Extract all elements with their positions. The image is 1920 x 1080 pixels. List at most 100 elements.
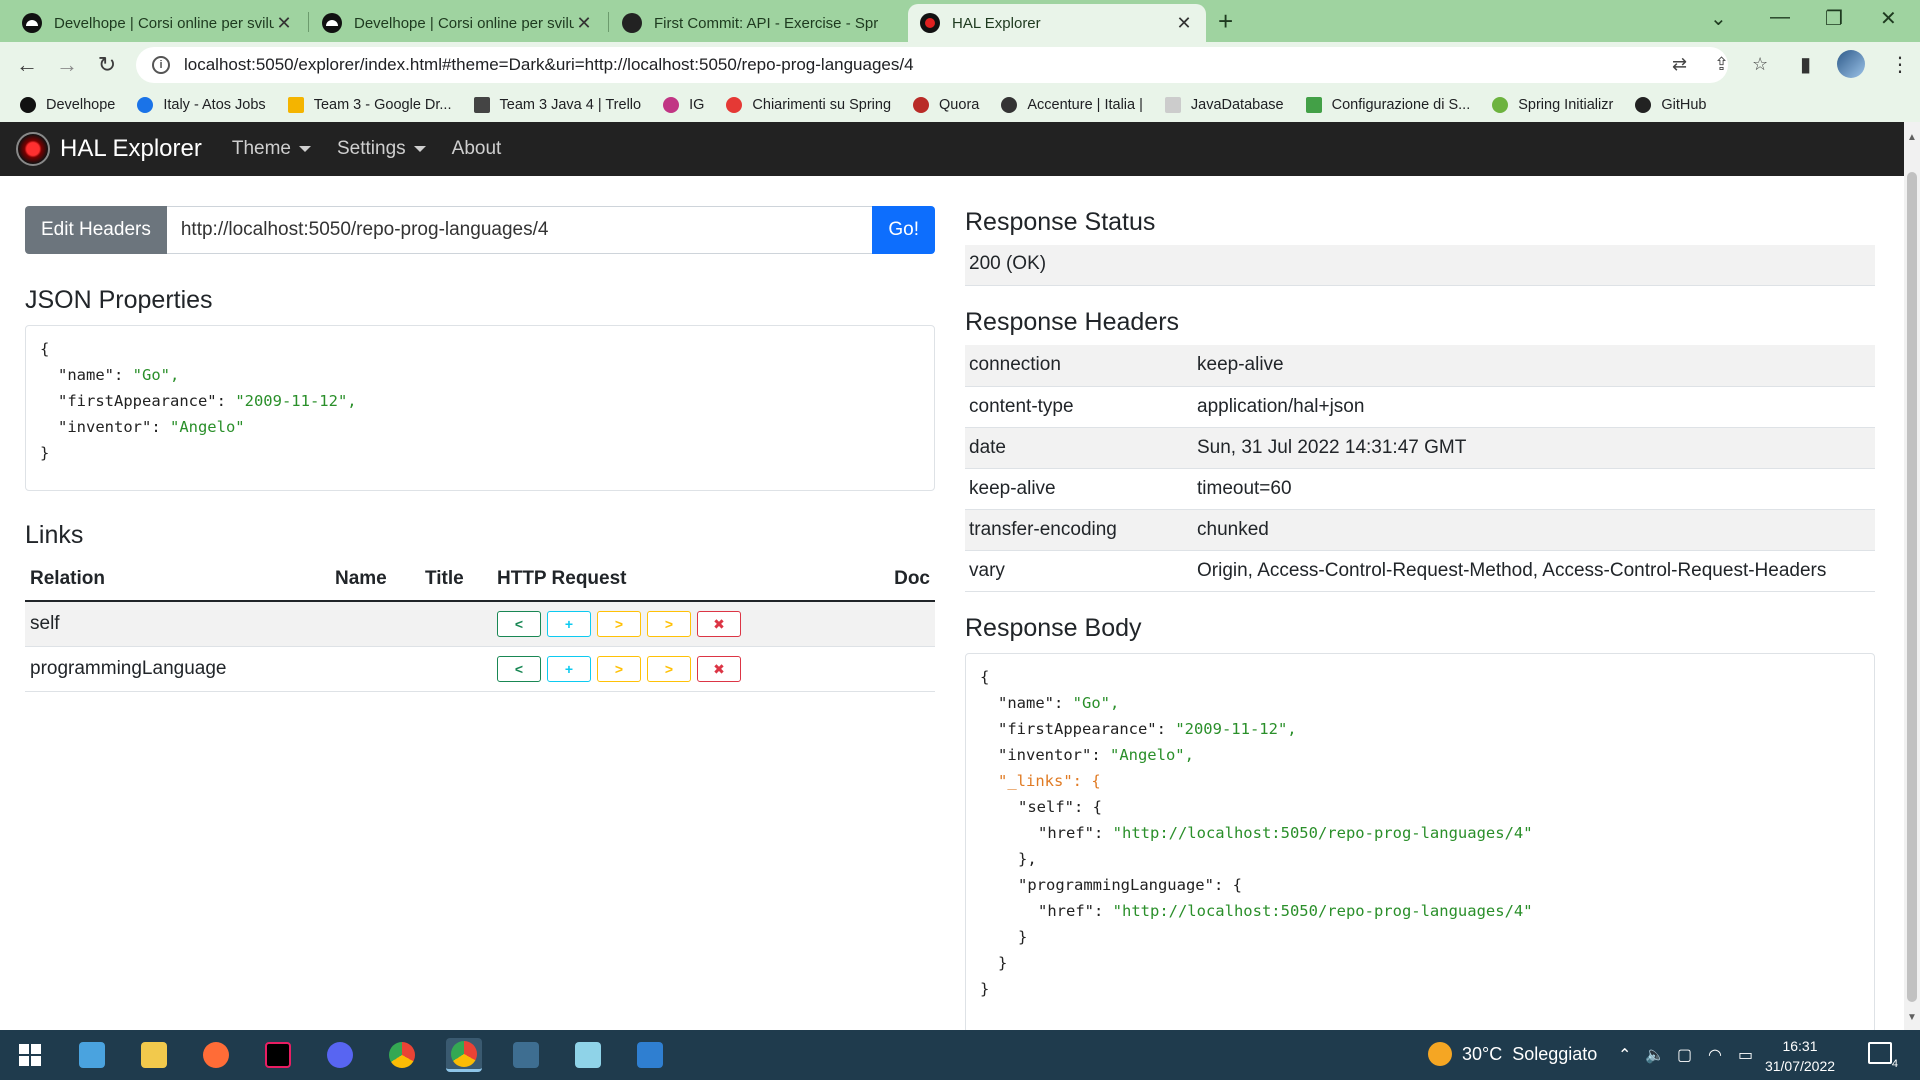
- bookmarks-bar: Develhope Italy - Atos Jobs Team 3 - Goo…: [0, 88, 1920, 122]
- share-icon[interactable]: ⇪: [1714, 54, 1729, 75]
- page-scrollbar[interactable]: ▲ ▼: [1904, 122, 1920, 1030]
- http-request-buttons: < + > > ✖: [497, 611, 862, 637]
- side-panel-icon[interactable]: ▮: [1800, 52, 1811, 77]
- post-request-button[interactable]: +: [547, 656, 591, 682]
- photos-app-icon[interactable]: [632, 1038, 668, 1072]
- browser-tab-2[interactable]: Develhope | Corsi online per svilu ✕: [310, 4, 606, 42]
- battery-icon[interactable]: ▭: [1738, 1045, 1753, 1065]
- minimize-icon[interactable]: —: [1770, 6, 1790, 29]
- col-relation: Relation: [25, 558, 330, 602]
- col-http-request: HTTP Request: [492, 558, 868, 602]
- bookmark-star-icon[interactable]: ☆: [1752, 54, 1768, 75]
- bookmark-item[interactable]: Quora: [913, 97, 979, 113]
- request-url-input[interactable]: http://localhost:5050/repo-prog-language…: [166, 206, 873, 254]
- new-tab-icon[interactable]: +: [1218, 6, 1233, 37]
- chevron-up-icon[interactable]: ⌃: [1618, 1045, 1631, 1065]
- request-url-group: Edit Headers http://localhost:5050/repo-…: [25, 206, 935, 254]
- col-doc: Doc: [867, 558, 935, 602]
- bookmark-item[interactable]: Team 3 Java 4 | Trello: [473, 97, 641, 113]
- scroll-thumb[interactable]: [1907, 172, 1917, 1002]
- app-navbar: HAL Explorer Theme Settings About: [0, 122, 1904, 176]
- scroll-down-icon[interactable]: ▼: [1907, 1012, 1917, 1023]
- hal-logo-icon: [16, 132, 50, 166]
- scroll-up-icon[interactable]: ▲: [1907, 132, 1917, 143]
- post-request-button[interactable]: +: [547, 611, 591, 637]
- weather-widget[interactable]: 30°C Soleggiato: [1428, 1042, 1597, 1066]
- table-row: content-type application/hal+json: [965, 386, 1875, 428]
- globe-icon: [1001, 97, 1018, 113]
- task-view-icon[interactable]: [74, 1038, 110, 1072]
- close-window-icon[interactable]: ✕: [1880, 6, 1897, 31]
- reload-icon[interactable]: ↻: [92, 50, 122, 80]
- windows-start-icon[interactable]: [12, 1038, 48, 1072]
- site-info-icon[interactable]: i: [152, 56, 170, 74]
- bookmark-item[interactable]: Italy - Atos Jobs: [137, 97, 266, 113]
- nav-theme-dropdown[interactable]: Theme: [232, 138, 311, 160]
- put-request-button[interactable]: >: [597, 611, 641, 637]
- restore-icon[interactable]: ❐: [1825, 6, 1843, 31]
- bookmark-favicon-icon: [137, 97, 154, 113]
- bookmark-item[interactable]: Develhope: [20, 97, 115, 113]
- wifi-icon[interactable]: ◠: [1708, 1045, 1722, 1065]
- system-clock[interactable]: 16:31 31/07/2022: [1760, 1036, 1840, 1076]
- close-tab-icon[interactable]: ✕: [274, 13, 294, 34]
- bookmark-item[interactable]: GitHub: [1635, 97, 1706, 113]
- bookmark-item[interactable]: Configurazione di S...: [1305, 97, 1470, 113]
- browser-tab-active[interactable]: HAL Explorer ✕: [908, 4, 1206, 42]
- address-text: localhost:5050/explorer/index.html#theme…: [184, 55, 914, 74]
- browser-toolbar: ← → ↻ i localhost:5050/explorer/index.ht…: [0, 42, 1920, 88]
- forward-arrow-icon[interactable]: →: [52, 50, 82, 80]
- bookmark-item[interactable]: JavaDatabase: [1164, 97, 1284, 113]
- sun-icon: [1428, 1042, 1452, 1066]
- go-button[interactable]: Go!: [872, 206, 935, 254]
- meet-icon[interactable]: ▢: [1677, 1045, 1692, 1065]
- table-row: self < + > > ✖: [25, 601, 935, 647]
- delete-request-button[interactable]: ✖: [697, 611, 741, 637]
- tab-search-chevron-icon[interactable]: ⌄: [1710, 6, 1727, 31]
- nav-about[interactable]: About: [452, 138, 502, 160]
- caret-down-icon: [298, 146, 311, 152]
- file-explorer-icon[interactable]: [136, 1038, 172, 1072]
- bookmark-item[interactable]: Chiarimenti su Spring: [726, 97, 891, 113]
- hal-favicon-icon: [920, 13, 940, 33]
- browser-tab-1[interactable]: Develhope | Corsi online per svilu ✕: [10, 4, 306, 42]
- right-column: Response Status 200 (OK) Response Header…: [965, 206, 1875, 1030]
- table-row: programmingLanguage < + > > ✖: [25, 646, 935, 692]
- patch-request-button[interactable]: >: [647, 611, 691, 637]
- bookmark-item[interactable]: IG: [663, 97, 704, 113]
- put-request-button[interactable]: >: [597, 656, 641, 682]
- close-tab-icon[interactable]: ✕: [1174, 13, 1194, 34]
- bookmark-item[interactable]: Team 3 - Google Dr...: [287, 97, 452, 113]
- back-arrow-icon[interactable]: ←: [12, 50, 42, 80]
- translate-icon[interactable]: ⇄: [1672, 54, 1687, 75]
- delete-request-button[interactable]: ✖: [697, 656, 741, 682]
- mysql-workbench-icon[interactable]: [508, 1038, 544, 1072]
- menu-kebab-icon[interactable]: ⋮: [1890, 52, 1910, 77]
- quora-icon: [913, 97, 930, 113]
- chrome-icon[interactable]: [384, 1038, 420, 1072]
- develhope-favicon-icon: [22, 13, 42, 33]
- app-brand[interactable]: HAL Explorer: [60, 135, 202, 163]
- page-icon: [1164, 97, 1181, 113]
- close-tab-icon[interactable]: ✕: [574, 13, 594, 34]
- get-request-button[interactable]: <: [497, 656, 541, 682]
- postman-icon[interactable]: [198, 1038, 234, 1072]
- develhope-favicon-icon: [322, 13, 342, 33]
- notification-icon[interactable]: 4: [1868, 1042, 1898, 1070]
- chrome-profile-icon[interactable]: [446, 1038, 482, 1072]
- profile-avatar[interactable]: [1837, 50, 1865, 78]
- get-request-button[interactable]: <: [497, 611, 541, 637]
- intellij-icon[interactable]: [260, 1038, 296, 1072]
- browser-tab-3[interactable]: First Commit: API - Exercise - Spr: [610, 4, 906, 42]
- col-name: Name: [330, 558, 420, 602]
- discord-icon[interactable]: [322, 1038, 358, 1072]
- patch-request-button[interactable]: >: [647, 656, 691, 682]
- notes-app-icon[interactable]: [570, 1038, 606, 1072]
- nav-settings-dropdown[interactable]: Settings: [337, 138, 426, 160]
- bookmark-favicon-icon: [1305, 97, 1322, 113]
- edit-headers-button[interactable]: Edit Headers: [25, 206, 167, 254]
- bookmark-item[interactable]: Spring Initializr: [1492, 97, 1613, 113]
- bookmark-item[interactable]: Accenture | Italia |: [1001, 97, 1143, 113]
- address-bar[interactable]: i localhost:5050/explorer/index.html#the…: [136, 47, 1728, 83]
- speaker-icon[interactable]: 🔈: [1645, 1045, 1665, 1065]
